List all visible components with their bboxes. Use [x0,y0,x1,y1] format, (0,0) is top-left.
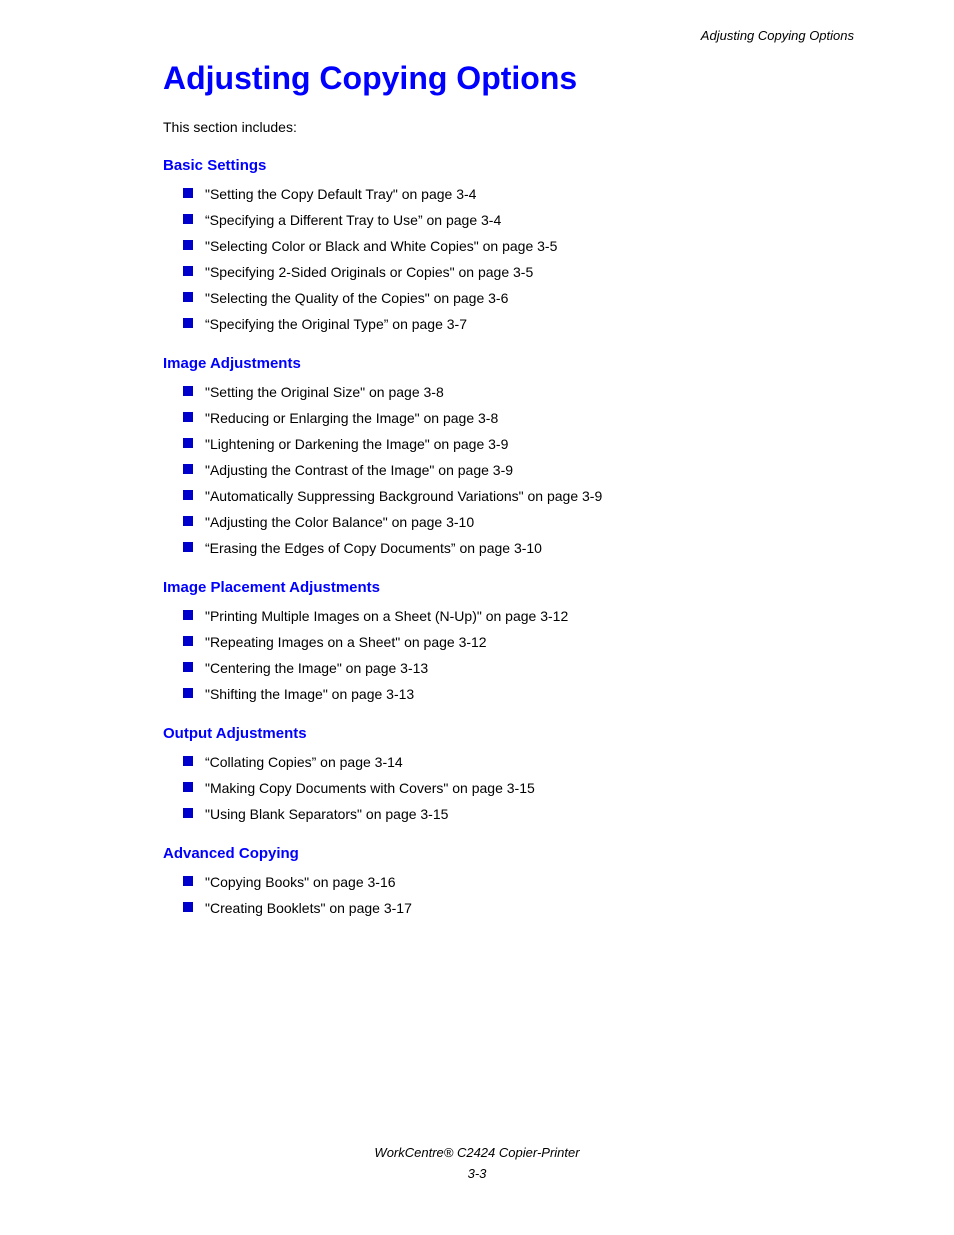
section-heading-advanced-copying: Advanced Copying [163,845,854,862]
bullet-icon [183,266,193,276]
bullet-icon [183,876,193,886]
list-item-text: "Setting the Original Size" on page 3-8 [205,382,444,403]
list-item-text: “Specifying the Original Type” on page 3… [205,314,467,335]
list-item-text: “Specifying a Different Tray to Use” on … [205,210,501,231]
list-item: "Creating Booklets" on page 3-17 [183,898,854,919]
sections-container: Basic Settings "Setting the Copy Default … [163,157,854,919]
section-heading-output-adjustments: Output Adjustments [163,725,854,742]
section-list-output-adjustments: “Collating Copies” on page 3-14 "Making C… [163,752,854,825]
section-list-image-adjustments: "Setting the Original Size" on page 3-8 "… [163,382,854,559]
bullet-icon [183,808,193,818]
list-item: "Repeating Images on a Sheet" on page 3-… [183,632,854,653]
list-item: "Lightening or Darkening the Image" on p… [183,434,854,455]
list-item-text: "Automatically Suppressing Background Va… [205,486,602,507]
bullet-icon [183,902,193,912]
page-title: Adjusting Copying Options [163,60,854,97]
bullet-icon [183,386,193,396]
list-item-text: "Adjusting the Contrast of the Image" on… [205,460,513,481]
list-item-text: "Specifying 2-Sided Originals or Copies"… [205,262,533,283]
bullet-icon [183,756,193,766]
page-header: Adjusting Copying Options [701,28,854,43]
list-item-text: "Selecting the Quality of the Copies" on… [205,288,508,309]
page: Adjusting Copying Options Adjusting Copy… [0,0,954,1235]
list-item-text: "Using Blank Separators" on page 3-15 [205,804,448,825]
bullet-icon [183,214,193,224]
list-item-text: "Setting the Copy Default Tray" on page … [205,184,476,205]
list-item: "Centering the Image" on page 3-13 [183,658,854,679]
list-item: "Selecting Color or Black and White Copi… [183,236,854,257]
section-heading-image-placement: Image Placement Adjustments [163,579,854,596]
list-item: “Specifying a Different Tray to Use” on … [183,210,854,231]
list-item-text: “Collating Copies” on page 3-14 [205,752,403,773]
list-item-text: "Centering the Image" on page 3-13 [205,658,428,679]
bullet-icon [183,464,193,474]
list-item-text: "Adjusting the Color Balance" on page 3-… [205,512,474,533]
section-heading-image-adjustments: Image Adjustments [163,355,854,372]
list-item-text: "Making Copy Documents with Covers" on p… [205,778,535,799]
list-item: “Erasing the Edges of Copy Documents” on… [183,538,854,559]
list-item: “Specifying the Original Type” on page 3… [183,314,854,335]
list-item: "Adjusting the Color Balance" on page 3-… [183,512,854,533]
section-list-image-placement: "Printing Multiple Images on a Sheet (N-… [163,606,854,705]
list-item-text: "Repeating Images on a Sheet" on page 3-… [205,632,487,653]
list-item: "Reducing or Enlarging the Image" on pag… [183,408,854,429]
intro-paragraph: This section includes: [163,119,854,135]
list-item: "Specifying 2-Sided Originals or Copies"… [183,262,854,283]
page-footer: WorkCentre® C2424 Copier-Printer 3-3 [0,1143,954,1185]
bullet-icon [183,542,193,552]
bullet-icon [183,188,193,198]
bullet-icon [183,516,193,526]
list-item-text: "Reducing or Enlarging the Image" on pag… [205,408,498,429]
list-item: "Shifting the Image" on page 3-13 [183,684,854,705]
bullet-icon [183,782,193,792]
footer-line2: 3-3 [0,1164,954,1185]
section-list-basic-settings: "Setting the Copy Default Tray" on page … [163,184,854,335]
list-item-text: "Printing Multiple Images on a Sheet (N-… [205,606,568,627]
footer-line1: WorkCentre® C2424 Copier-Printer [0,1143,954,1164]
list-item-text: "Copying Books" on page 3-16 [205,872,396,893]
bullet-icon [183,662,193,672]
bullet-icon [183,438,193,448]
list-item: "Setting the Original Size" on page 3-8 [183,382,854,403]
bullet-icon [183,688,193,698]
bullet-icon [183,318,193,328]
list-item: "Adjusting the Contrast of the Image" on… [183,460,854,481]
list-item-text: "Creating Booklets" on page 3-17 [205,898,412,919]
list-item: "Copying Books" on page 3-16 [183,872,854,893]
list-item: "Making Copy Documents with Covers" on p… [183,778,854,799]
bullet-icon [183,240,193,250]
section-heading-basic-settings: Basic Settings [163,157,854,174]
bullet-icon [183,292,193,302]
bullet-icon [183,490,193,500]
list-item: "Printing Multiple Images on a Sheet (N-… [183,606,854,627]
list-item-text: "Shifting the Image" on page 3-13 [205,684,414,705]
list-item-text: “Erasing the Edges of Copy Documents” on… [205,538,542,559]
list-item: "Using Blank Separators" on page 3-15 [183,804,854,825]
bullet-icon [183,636,193,646]
list-item-text: "Selecting Color or Black and White Copi… [205,236,557,257]
list-item: "Setting the Copy Default Tray" on page … [183,184,854,205]
list-item: "Automatically Suppressing Background Va… [183,486,854,507]
list-item-text: "Lightening or Darkening the Image" on p… [205,434,508,455]
section-list-advanced-copying: "Copying Books" on page 3-16 "Creating Bo… [163,872,854,919]
bullet-icon [183,610,193,620]
list-item: "Selecting the Quality of the Copies" on… [183,288,854,309]
list-item: “Collating Copies” on page 3-14 [183,752,854,773]
bullet-icon [183,412,193,422]
